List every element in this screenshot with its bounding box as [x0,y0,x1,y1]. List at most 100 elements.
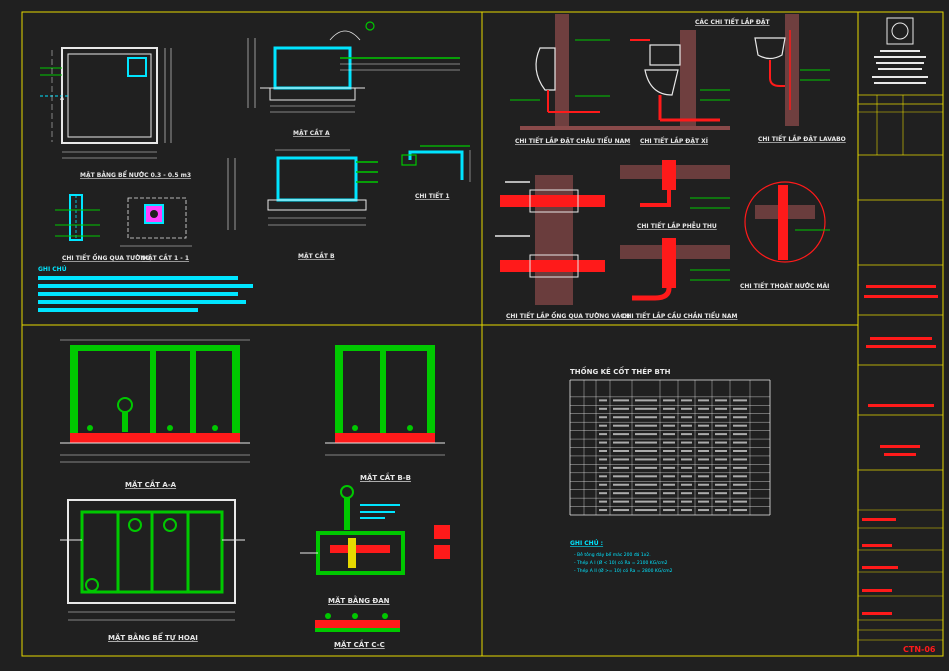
urinal-label: CHI TIẾT LẮP ĐẶT CHẬU TIỂU NAM [515,137,630,145]
table-cell-glyph [613,399,629,402]
table-cell-glyph [663,433,675,436]
detail-label: CHI TIẾT 1 [415,192,450,200]
sheet-code: CTN-06 [903,645,936,654]
table-cell-glyph [599,466,607,469]
table-cell-glyph [698,466,709,469]
table-cell-glyph [681,509,692,512]
roof-drain-label: CHI TIẾT THOÁT NƯỚC MÁI [740,282,829,290]
table-cell-glyph [663,399,675,402]
table-cell-glyph [599,416,607,419]
table-cell-glyph [635,483,657,486]
table-cell-glyph [635,407,657,410]
section-a-label: MẶT CẮT A [293,129,330,137]
vent-pipe-label: CHI TIẾT ỐNG QUA TƯỜNG [62,254,150,262]
table-cell-glyph [635,450,657,452]
table-cell-glyph [663,407,675,410]
table-cell-glyph [599,500,607,503]
table-cell-glyph [635,433,657,436]
table-cell-glyph [681,399,692,402]
table-cell-glyph [663,483,675,486]
table-cell-glyph [733,441,747,444]
table-cell-glyph [599,509,607,512]
table-cell-glyph [733,407,747,410]
table-cell-glyph [613,416,629,419]
table-cell-glyph [681,433,692,436]
table-cell-glyph [681,492,692,495]
section-bb [325,345,445,456]
section-1-label: MẶT CẮT 1 - 1 [142,254,189,262]
table-cell-glyph [698,407,709,410]
cad-drawing-sheet: A MẶT BẰNG BỂ NƯỚC 0.3 - 0.5 m3 MẶT CẮT … [0,0,949,667]
table-cell-glyph [635,441,657,444]
table-cell-glyph [698,441,709,444]
installation-title: CÁC CHI TIẾT LẮP ĐẶT [695,18,771,26]
table-cell-glyph [599,399,607,402]
cad-canvas: A MẶT BẰNG BỂ NƯỚC 0.3 - 0.5 m3 MẶT CẮT … [0,0,949,667]
table-cell-glyph [613,492,629,495]
table-cell-glyph [698,500,709,503]
table-cell-glyph [715,500,727,503]
table-cell-glyph [681,424,692,427]
rebar-table-title: THỐNG KÊ CỐT THÉP BTH [570,366,671,376]
table-cell-glyph [599,433,607,436]
lavabo-label: CHI TIẾT LẮP ĐẶT LAVABO [758,135,846,143]
table-cell-glyph [733,450,747,452]
table-cell-glyph [681,407,692,410]
table-cell-glyph [599,483,607,486]
table-cell-glyph [715,483,727,486]
table-cell-glyph [681,466,692,469]
table-cell-glyph [698,433,709,436]
table-cell-glyph [698,483,709,486]
table-cell-glyph [715,475,727,478]
table-cell-glyph [733,433,747,436]
table-cell-glyph [698,475,709,478]
toilet-label: CHI TIẾT LẮP ĐẶT XÍ [640,137,709,145]
table-cell-glyph [635,500,657,503]
table-cell-glyph [613,441,629,444]
table-cell-glyph [635,475,657,478]
table-cell-glyph [698,509,709,512]
table-cell-glyph [698,424,709,427]
table-cell-glyph [733,492,747,495]
floor-drain-label: CHI TIẾT LẮP PHỄU THU [637,222,717,230]
table-cell-glyph [663,450,675,452]
table-cell-glyph [599,492,607,495]
table-cell-glyph [663,500,675,503]
table-cell-glyph [698,492,709,495]
table-cell-glyph [681,500,692,503]
table-cell-glyph [733,424,747,427]
table-cell-glyph [698,450,709,452]
table-cell-glyph [635,509,657,512]
tank-plan-label: MẶT BẰNG BỂ TỰ HOẠI [108,632,198,642]
table-cell-glyph [715,416,727,419]
table-cell-glyph [715,492,727,495]
table-cell-glyph [613,475,629,478]
table-cell-glyph [599,441,607,444]
table-cell-glyph [715,399,727,402]
table-cell-glyph [599,424,607,427]
table-cell-glyph [613,458,629,461]
table-cell-glyph [681,441,692,444]
table-cell-glyph [663,424,675,427]
table-cell-glyph [663,466,675,469]
section-b-label: MẶT CẮT B [298,252,335,260]
table-cell-glyph [698,458,709,461]
table-cell-glyph [599,475,607,478]
table-cell-glyph [733,475,747,478]
note-line-3: - Thép A II (Ø >= 10) có Ra = 2800 KG/cm… [574,567,673,574]
table-cell-glyph [733,483,747,486]
table-cell-glyph [635,458,657,461]
notes-label: GHI CHÚ [38,266,67,273]
base-plan-label: MẶT BẰNG ĐAN [328,595,390,605]
section-cc [315,613,400,632]
table-cell-glyph [715,424,727,427]
table-cell-glyph [715,433,727,436]
table-cell-glyph [613,483,629,486]
table-cell-glyph [733,399,747,402]
section-aa-label: MẶT CẮT A-A [125,479,177,489]
table-cell-glyph [681,450,692,452]
table-cell-glyph [635,399,657,402]
table-cell-glyph [613,407,629,410]
table-cell-glyph [663,458,675,461]
table-cell-glyph [613,500,629,503]
